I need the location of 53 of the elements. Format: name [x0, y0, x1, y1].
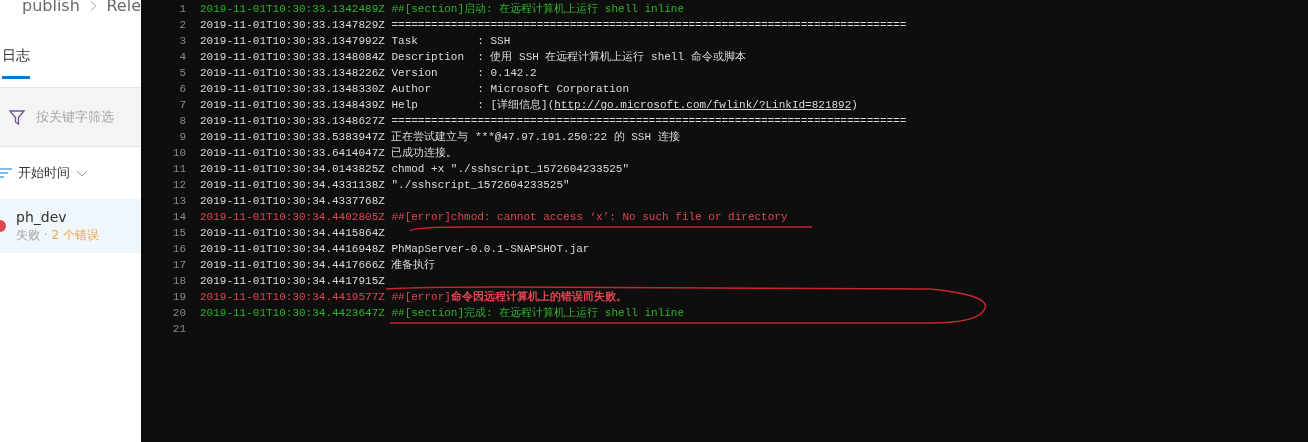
log-line: 2019-11-01T10:30:34.4331138Z "./sshscript_1572604233525"	[200, 178, 570, 193]
line-number: 16	[171, 242, 186, 257]
log-line: 2019-11-01T10:30:34.0143825Z chmod +x "./sshscript_1572604233525"	[200, 162, 630, 177]
log-line: 2019-11-01T10:30:34.4419577Z ##[error]命令因远程计算机上的错误而失败。	[200, 289, 627, 305]
line-number: 1	[178, 2, 186, 17]
line-number: 12	[171, 178, 186, 193]
log-line: 2019-11-01T10:30:34.4417666Z 准备执行	[200, 258, 436, 273]
line-number: 13	[171, 194, 186, 209]
line-number: 14	[171, 210, 186, 225]
line-number: 8	[178, 114, 186, 129]
line-number: 15	[171, 226, 186, 241]
chevron-down-icon	[76, 169, 88, 177]
line-number: 11	[171, 162, 186, 177]
sort-icon	[0, 168, 12, 178]
filter-input[interactable]: 按关键字筛选	[34, 106, 134, 128]
log-line: 2019-11-01T10:30:34.4402805Z ##[error]chmod: cannot access ‘x’: No such file or directory	[200, 210, 788, 225]
log-line: 2019-11-01T10:30:33.1348226Z Version : 0.142.2	[200, 66, 537, 81]
log-line: 2019-11-01T10:30:33.1348439Z Help : [详细信息](http://go.microsoft.com/fwlink/?LinkId=821892)	[200, 98, 858, 113]
log-line: 2019-11-01T10:30:33.5383947Z 正在尝试建立与 ***@47.97.191.250:22 的 SSH 连接	[200, 130, 680, 145]
sort-label[interactable]: 开始时间	[18, 163, 70, 183]
line-number: 7	[178, 98, 186, 113]
line-number: 4	[178, 50, 186, 65]
log-line: 2019-11-01T10:30:34.4423647Z ##[section]完成: 在远程计算机上运行 shell inline	[200, 306, 685, 321]
filter-field[interactable]: 按关键字筛选	[0, 87, 141, 147]
log-line: 2019-11-01T10:30:34.4415864Z	[200, 226, 385, 241]
job-status: 失败 · 2 个错误	[16, 227, 100, 244]
line-number: 9	[178, 130, 186, 145]
line-number: 6	[178, 82, 186, 97]
line-number: 17	[171, 258, 186, 273]
line-number: 21	[171, 322, 186, 337]
line-number: 2	[178, 18, 186, 33]
line-number: 18	[171, 274, 186, 289]
line-number: 10	[171, 146, 186, 161]
tab[interactable]: 日志	[2, 15, 30, 79]
job-item[interactable]: ph_dev 失败 · 2 个错误	[0, 199, 141, 253]
log-line: 2019-11-01T10:30:33.1348330Z Author : Microsoft Corporation	[200, 82, 630, 97]
log-line: 2019-11-01T10:30:33.1342489Z ##[section]启动: 在远程计算机上运行 shell inline	[200, 2, 685, 17]
log-line: 2019-11-01T10:30:33.1347992Z Task : SSH	[200, 34, 511, 49]
log-line: 2019-11-01T10:30:33.1347829Z ==============================================================================	[200, 18, 907, 33]
log-line: 2019-11-01T10:30:33.1348084Z Description : 使用 SSH 在远程计算机上运行 shell 命令或脚本	[200, 50, 746, 65]
log-line: 2019-11-01T10:30:34.4416948Z PhMapServer-0.0.1-SNAPSHOT.jar	[200, 242, 590, 257]
chevron-icon	[89, 0, 97, 12]
filter-icon	[8, 108, 26, 126]
log-line: 2019-11-01T10:30:34.4337768Z	[200, 194, 385, 209]
log-line: 2019-11-01T10:30:34.4417915Z	[200, 274, 385, 289]
line-number: 3	[178, 34, 186, 49]
line-number: 5	[178, 66, 186, 81]
log-link[interactable]: http://go.microsoft.com/fwlink/?LinkId=821892	[554, 99, 852, 111]
log-line: 2019-11-01T10:30:33.1348627Z ==============================================================================	[200, 114, 907, 129]
job-name: ph_dev	[16, 208, 68, 226]
line-number: 20	[171, 306, 186, 321]
line-number: 19	[171, 290, 186, 305]
log-line: 2019-11-01T10:30:33.6414047Z 已成功连接。	[200, 146, 458, 161]
